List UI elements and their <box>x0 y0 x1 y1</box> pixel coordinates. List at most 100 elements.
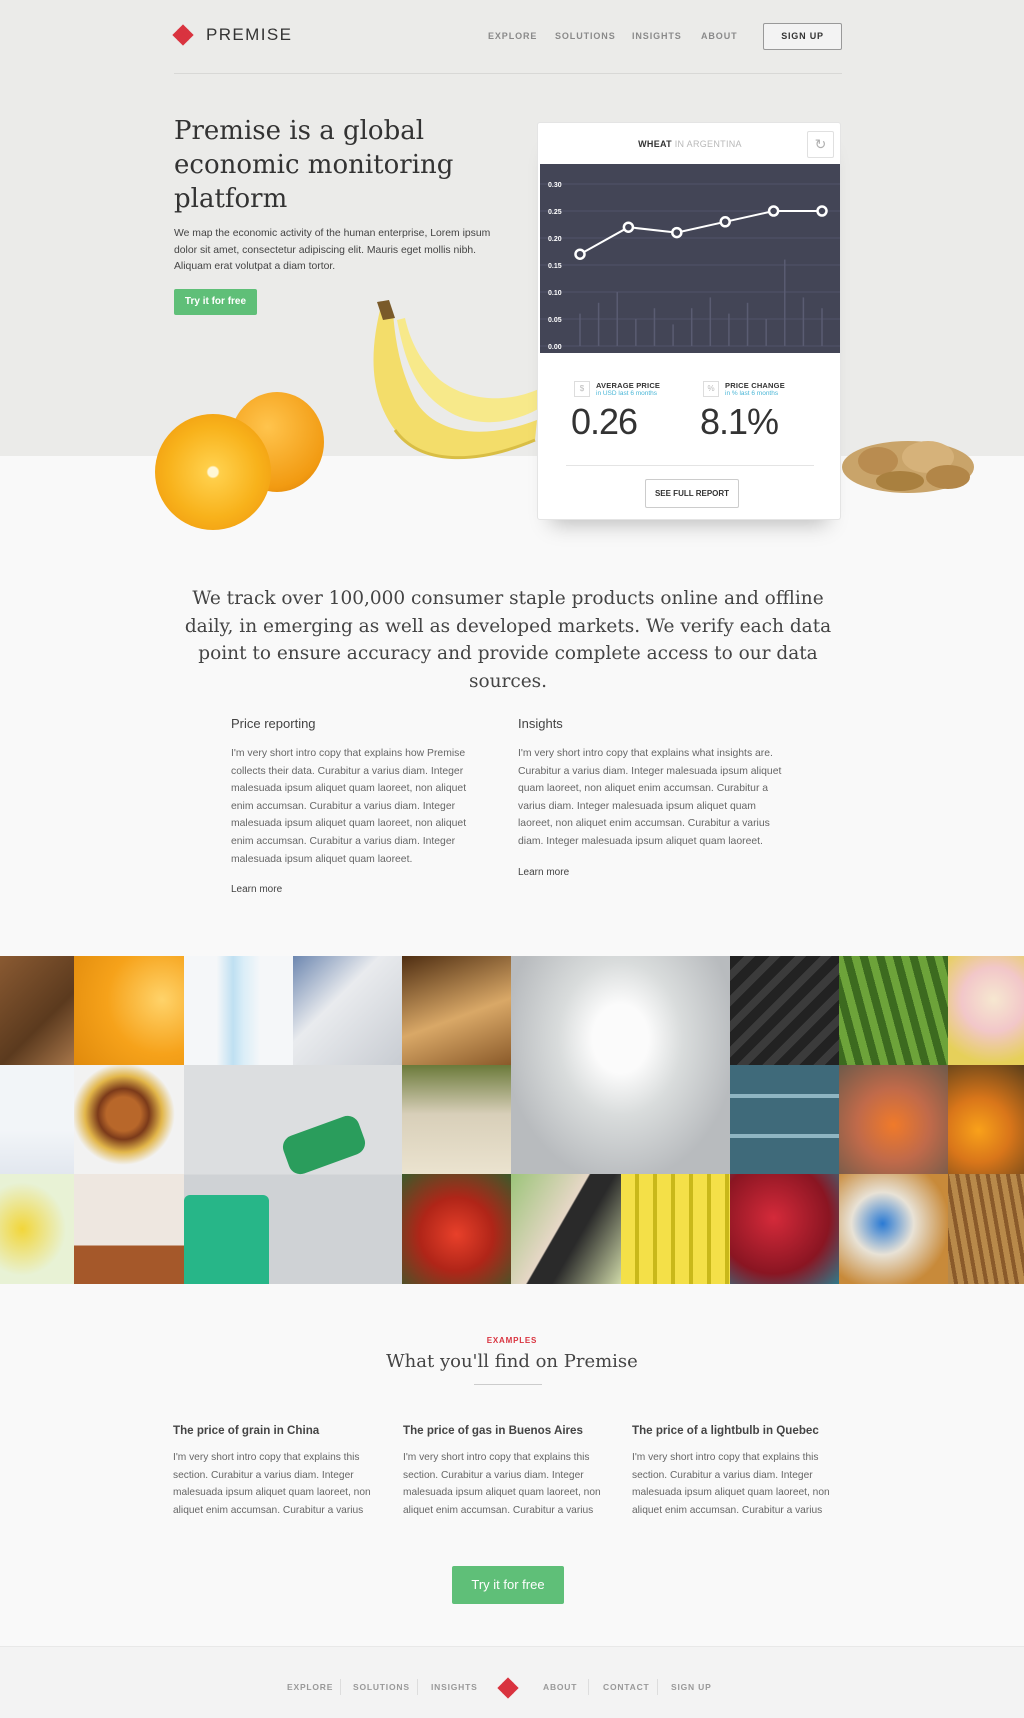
lightbulb-tile <box>511 956 730 1174</box>
orange-half-image <box>155 414 271 530</box>
stove-tile <box>293 956 402 1065</box>
nav-insights[interactable]: INSIGHTS <box>632 31 682 41</box>
example-lightbulb-quebec: The price of a lightbulb in Quebec I'm v… <box>632 1424 844 1519</box>
learn-more-link[interactable]: Learn more <box>518 867 783 878</box>
tire-tile <box>730 956 839 1065</box>
pasta-tile <box>402 956 511 1065</box>
example-grain-china: The price of grain in China I'm very sho… <box>173 1424 385 1519</box>
footer-about[interactable]: ABOUT <box>543 1682 577 1692</box>
footer-logo-icon[interactable] <box>497 1677 519 1699</box>
example-title: The price of gas in Buenos Aires <box>403 1424 583 1437</box>
data-point <box>719 216 731 228</box>
y-tick-label: 0.25 <box>548 209 562 216</box>
example-body: I'm very short intro copy that explains … <box>403 1452 601 1516</box>
price-change-stat: % PRICE CHANGE in % last 6 months <box>703 381 785 397</box>
price-change-value: 8.1% <box>700 401 779 442</box>
hero-description: We map the economic activity of the huma… <box>174 228 491 272</box>
dollar-icon: $ <box>574 381 590 397</box>
market-fruit-tile <box>948 1065 1024 1174</box>
data-point <box>767 205 780 217</box>
refresh-icon: ↻ <box>814 136 827 152</box>
card-divider <box>566 465 814 466</box>
feature-title: Price reporting <box>231 716 316 731</box>
burger-tile <box>74 1065 184 1174</box>
learn-more-link[interactable]: Learn more <box>231 884 481 895</box>
data-point <box>816 205 828 217</box>
y-tick-label: 0.15 <box>548 263 562 270</box>
y-tick-label: 0.05 <box>548 317 562 324</box>
percent-icon: % <box>703 381 719 397</box>
card-title: WHEAT IN ARGENTINA <box>538 139 842 149</box>
examples-divider <box>474 1384 542 1385</box>
cleaning-supplies-tile <box>839 1174 948 1284</box>
tagline: We track over 100,000 consumer staple pr… <box>184 588 832 692</box>
feature-insights: Insights I'm very short intro copy that … <box>518 716 783 878</box>
cupcake-tile <box>948 956 1024 1065</box>
footer-separator <box>588 1679 589 1695</box>
commodity-location: IN ARGENTINA <box>674 139 742 149</box>
example-body: I'm very short intro copy that explains … <box>632 1452 830 1516</box>
carrots-tile <box>839 1065 948 1174</box>
footer-insights[interactable]: INSIGHTS <box>431 1682 478 1692</box>
bottles-tile <box>621 1174 730 1284</box>
hero-try-free-button[interactable]: Try it for free <box>174 289 257 315</box>
footer-contact[interactable]: CONTACT <box>603 1682 650 1692</box>
footer-separator <box>417 1679 418 1695</box>
fuel-pump-tile <box>184 1065 402 1284</box>
feature-price-reporting: Price reporting I'm very short intro cop… <box>231 716 481 895</box>
bananas-tile <box>0 1174 74 1284</box>
y-tick-label: 0.20 <box>548 236 562 243</box>
example-body: I'm very short intro copy that explains … <box>173 1452 371 1516</box>
data-point <box>622 221 635 233</box>
price-change-label: PRICE CHANGE <box>725 381 785 390</box>
feature-body: I'm very short intro copy that explains … <box>231 748 467 865</box>
hero-title: Premise is a global economic monitoring … <box>174 116 454 214</box>
orange-tile <box>74 956 184 1065</box>
refresh-button[interactable]: ↻ <box>807 131 834 158</box>
example-title: The price of grain in China <box>173 1424 320 1437</box>
asparagus-tile <box>839 956 948 1065</box>
wheat-grains-image <box>842 441 974 493</box>
price-line <box>579 210 822 256</box>
nav-explore[interactable]: EXPLORE <box>488 31 537 41</box>
logo[interactable]: PREMISE <box>172 24 293 46</box>
price-chart: 0.30 0.25 0.20 0.15 0.10 0.05 0.00 <box>540 164 840 353</box>
feature-body: I'm very short intro copy that explains … <box>518 748 782 847</box>
bottom-try-free-button[interactable]: Try it for free <box>452 1566 564 1604</box>
y-tick-label: 0.00 <box>548 344 562 351</box>
bread-tile <box>0 956 74 1065</box>
examples-kicker: EXAMPLES <box>486 1336 538 1345</box>
footer-solutions[interactable]: SOLUTIONS <box>353 1682 410 1692</box>
logo-mark-icon <box>172 24 194 46</box>
commodity-name: WHEAT <box>638 139 672 149</box>
nav-solutions[interactable]: SOLUTIONS <box>555 31 616 41</box>
product-mosaic <box>0 956 1024 1284</box>
data-point <box>671 226 683 239</box>
footer-signup[interactable]: SIGN UP <box>671 1682 712 1692</box>
feature-title: Insights <box>518 716 563 731</box>
average-price-sub: in USD last 6 months <box>596 390 658 397</box>
signup-button[interactable]: SIGN UP <box>763 23 842 50</box>
example-gas-buenos-aires: The price of gas in Buenos Aires I'm ver… <box>403 1424 615 1519</box>
footer-explore[interactable]: EXPLORE <box>287 1682 333 1692</box>
example-title: The price of a lightbulb in Quebec <box>632 1424 819 1437</box>
logo-text: PREMISE <box>206 25 293 44</box>
price-change-sub: in % last 6 months <box>725 390 779 397</box>
y-tick-label: 0.10 <box>548 290 562 297</box>
tomatoes-tile <box>402 1174 511 1284</box>
grain-tile <box>948 1174 1024 1284</box>
average-price-value: 0.26 <box>571 401 638 442</box>
nav-about[interactable]: ABOUT <box>701 31 738 41</box>
pills-tile <box>730 1065 839 1174</box>
footer-separator <box>657 1679 658 1695</box>
header-divider <box>174 73 842 74</box>
see-full-report-button[interactable]: SEE FULL REPORT <box>645 479 739 508</box>
yogurt-tile <box>0 1065 74 1174</box>
banana-image <box>373 300 541 460</box>
average-price-label: AVERAGE PRICE <box>596 381 661 390</box>
y-tick-label: 0.30 <box>548 182 562 189</box>
berries-tile <box>730 1174 839 1284</box>
pillows-tile <box>74 1174 184 1284</box>
water-bottle-tile <box>184 956 293 1065</box>
average-price-stat: $ AVERAGE PRICE in USD last 6 months <box>574 381 660 397</box>
